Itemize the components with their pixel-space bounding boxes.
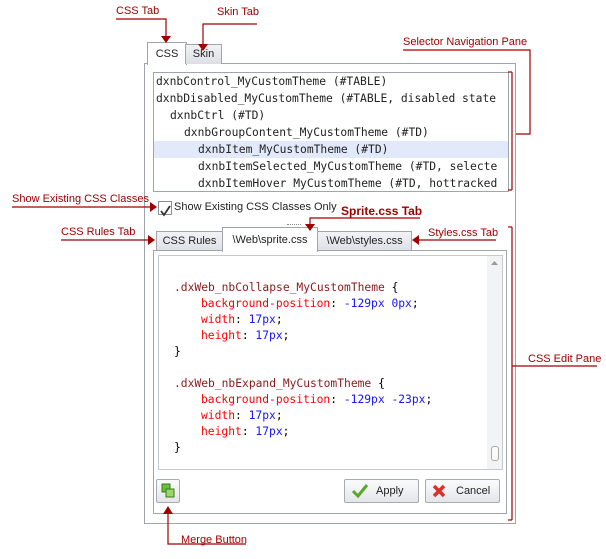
css-property: background-position bbox=[201, 297, 331, 310]
css-code-editor[interactable]: .dxWeb_nbCollapse_MyCustomTheme { backgr… bbox=[158, 255, 503, 470]
tab-sprite-css[interactable]: \Web\sprite.css bbox=[222, 227, 318, 252]
css-selector: .dxWeb_nbCollapse_MyCustomTheme bbox=[174, 281, 385, 294]
selector-item[interactable]: dxnbItemSelected_MyCustomTheme (#TD, sel… bbox=[154, 158, 508, 175]
brace: { bbox=[391, 281, 399, 294]
apply-button[interactable]: Apply bbox=[344, 479, 419, 503]
css-property: background-position bbox=[201, 393, 331, 406]
tab-label: \Web\styles.css bbox=[326, 235, 403, 247]
tab-css[interactable]: CSS bbox=[147, 42, 187, 65]
css-property: width bbox=[201, 313, 236, 326]
check-icon bbox=[351, 484, 369, 499]
css-value: -129px -23px bbox=[343, 393, 426, 406]
checkmark-icon bbox=[160, 205, 171, 217]
selector-item[interactable]: dxnbItemHover MyCustomTheme (#TD, hottra… bbox=[154, 175, 508, 191]
tab-skin[interactable]: Skin bbox=[185, 44, 222, 64]
css-edit-pane: .dxWeb_nbCollapse_MyCustomTheme { backgr… bbox=[153, 250, 507, 514]
show-existing-label: Show Existing CSS Classes Only bbox=[174, 201, 337, 213]
annotation-merge-button: Merge Button bbox=[181, 534, 248, 546]
tab-label: Skin bbox=[192, 48, 215, 60]
selector-navigation-pane[interactable]: dxnbControl_MyCustomTheme (#TABLE) dxnbD… bbox=[153, 72, 509, 192]
css-selector: .dxWeb_nbExpand_MyCustomTheme bbox=[174, 377, 372, 390]
css-value: 17px bbox=[255, 329, 283, 342]
apply-label: Apply bbox=[376, 485, 404, 497]
selector-item[interactable]: dxnbDisabled_MyCustomTheme (#TABLE, disa… bbox=[154, 90, 508, 107]
selector-item[interactable]: dxnbGroupContent_MyCustomTheme (#TD) bbox=[154, 124, 508, 141]
annotation-css-tab: CSS Tab bbox=[116, 5, 160, 17]
selector-item[interactable]: dxnbControl_MyCustomTheme (#TABLE) bbox=[154, 73, 508, 90]
tab-label: \Web\sprite.css bbox=[232, 234, 308, 246]
annotation-edit-pane: CSS Edit Pane bbox=[528, 353, 602, 365]
css-value: 17px bbox=[248, 313, 276, 326]
merge-icon bbox=[161, 483, 175, 498]
css-value: 17px bbox=[248, 409, 276, 422]
brace: { bbox=[378, 377, 385, 390]
scrollbar-thumb[interactable] bbox=[491, 446, 499, 461]
annotation-selector-pane: Selector Navigation Pane bbox=[403, 36, 528, 48]
selector-item[interactable]: dxnbCtrl (#TD) bbox=[154, 107, 508, 124]
brace: } bbox=[174, 345, 181, 358]
scroll-up-icon bbox=[491, 261, 498, 265]
brace: } bbox=[174, 441, 181, 454]
merge-button[interactable] bbox=[156, 479, 180, 503]
cancel-button[interactable]: Cancel bbox=[425, 479, 500, 503]
css-property: height bbox=[201, 425, 242, 438]
tab-css-rules[interactable]: CSS Rules bbox=[156, 231, 223, 251]
annotation-sprite-tab: Sprite.css Tab bbox=[341, 204, 423, 218]
tab-styles-css[interactable]: \Web\styles.css bbox=[317, 231, 412, 251]
annotation-styles-tab: Styles.css Tab bbox=[428, 227, 499, 239]
annotation-css-rules-tab: CSS Rules Tab bbox=[61, 226, 136, 238]
tab-label: CSS Rules bbox=[162, 235, 217, 247]
tab-label: CSS bbox=[155, 48, 179, 60]
annotation-skin-tab: Skin Tab bbox=[217, 6, 259, 18]
css-property: width bbox=[201, 409, 236, 422]
vertical-scrollbar[interactable] bbox=[487, 256, 502, 469]
css-value: -129px 0px bbox=[343, 297, 412, 310]
annotation-show-existing: Show Existing CSS Classes bbox=[12, 193, 149, 205]
show-existing-checkbox[interactable] bbox=[158, 201, 172, 217]
cancel-label: Cancel bbox=[456, 485, 491, 497]
css-property: height bbox=[201, 329, 242, 342]
selector-item-selected[interactable]: dxnbItem_MyCustomTheme (#TD) bbox=[154, 141, 508, 158]
css-value: 17px bbox=[255, 425, 283, 438]
cancel-x-icon bbox=[432, 484, 446, 498]
